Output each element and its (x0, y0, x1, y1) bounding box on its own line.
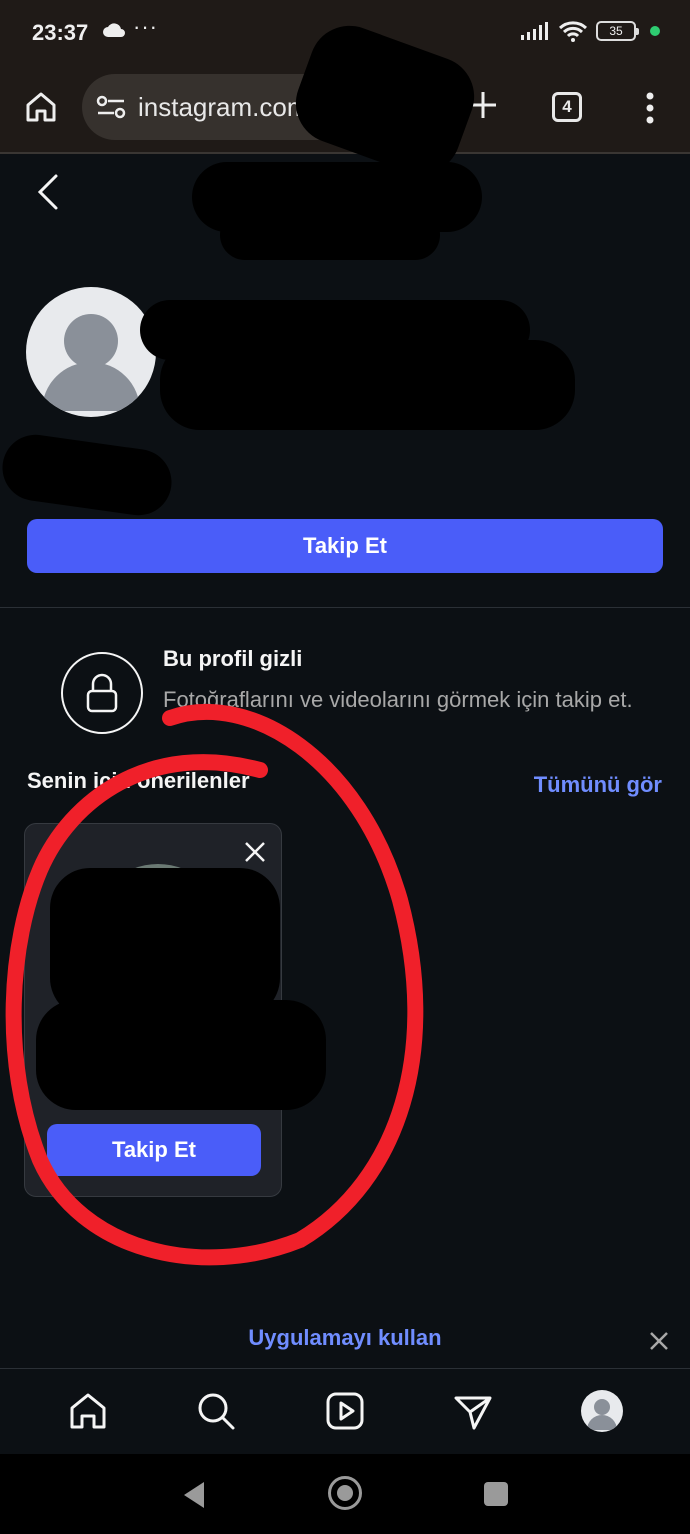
close-banner-button[interactable] (648, 1330, 670, 1352)
suggestions-title: Senin için önerilenler (27, 768, 250, 793)
wifi-icon (558, 21, 588, 42)
back-button[interactable] (28, 170, 68, 214)
redaction-card-name (36, 1000, 326, 1110)
suggestion-follow-button[interactable]: Takip Et (47, 1124, 261, 1176)
browser-home-button[interactable] (22, 88, 60, 126)
nav-home[interactable] (66, 1389, 110, 1433)
redaction-header-extra (220, 210, 440, 260)
privacy-dot (650, 26, 660, 36)
system-back-button[interactable] (180, 1480, 208, 1515)
triangle-back-icon (184, 1482, 204, 1508)
search-icon (198, 1393, 235, 1430)
send-icon (454, 1396, 492, 1430)
status-more-icon: ··· (133, 14, 158, 39)
signal-icon (521, 22, 548, 40)
see-all-link[interactable]: Tümünü gör (534, 772, 662, 798)
nav-reels[interactable] (323, 1389, 367, 1433)
battery-indicator: 35 (596, 21, 639, 41)
reels-icon (326, 1392, 364, 1430)
private-profile-title: Bu profil gizli (163, 646, 303, 671)
url-text: instagram.com (138, 91, 309, 122)
default-avatar-icon (587, 1399, 617, 1430)
chevron-left-icon (37, 174, 58, 210)
follow-button[interactable]: Takip Et (27, 519, 663, 573)
section-divider (0, 607, 690, 608)
tab-switcher-button[interactable]: 4 (552, 92, 582, 122)
use-app-link[interactable]: Uygulamayı kullan (0, 1325, 690, 1351)
more-vertical-icon (646, 92, 654, 124)
status-indicators: 35 (520, 20, 660, 42)
close-icon (245, 842, 265, 862)
default-avatar-icon (42, 314, 140, 411)
site-settings-icon[interactable] (96, 94, 126, 120)
system-navigation (0, 1454, 690, 1534)
bottom-navigation (0, 1368, 690, 1454)
redaction-bio (0, 430, 176, 520)
battery-level: 35 (609, 24, 623, 38)
profile-avatar[interactable] (26, 287, 156, 417)
system-recents-button[interactable] (484, 1482, 508, 1506)
private-profile-description: Fotoğraflarını ve videolarını görmek içi… (163, 687, 633, 712)
home-icon (70, 1393, 106, 1429)
system-home-button[interactable] (328, 1476, 362, 1510)
home-circle-icon (337, 1485, 353, 1501)
nav-profile[interactable] (580, 1389, 624, 1433)
nav-messages[interactable] (451, 1389, 495, 1433)
close-icon (650, 1332, 668, 1350)
cloud-icon (102, 22, 126, 43)
status-time: 23:37 (32, 20, 89, 45)
lock-icon (86, 673, 118, 713)
browser-menu-button[interactable] (640, 88, 660, 128)
redaction-card-avatar (50, 868, 280, 1018)
private-lock-badge (61, 652, 143, 734)
tab-count: 4 (562, 97, 572, 116)
avatar (581, 1390, 623, 1432)
nav-search[interactable] (194, 1389, 238, 1433)
dismiss-suggestion-button[interactable] (243, 840, 267, 864)
home-icon (26, 92, 56, 122)
redaction-profile-name (160, 340, 575, 430)
